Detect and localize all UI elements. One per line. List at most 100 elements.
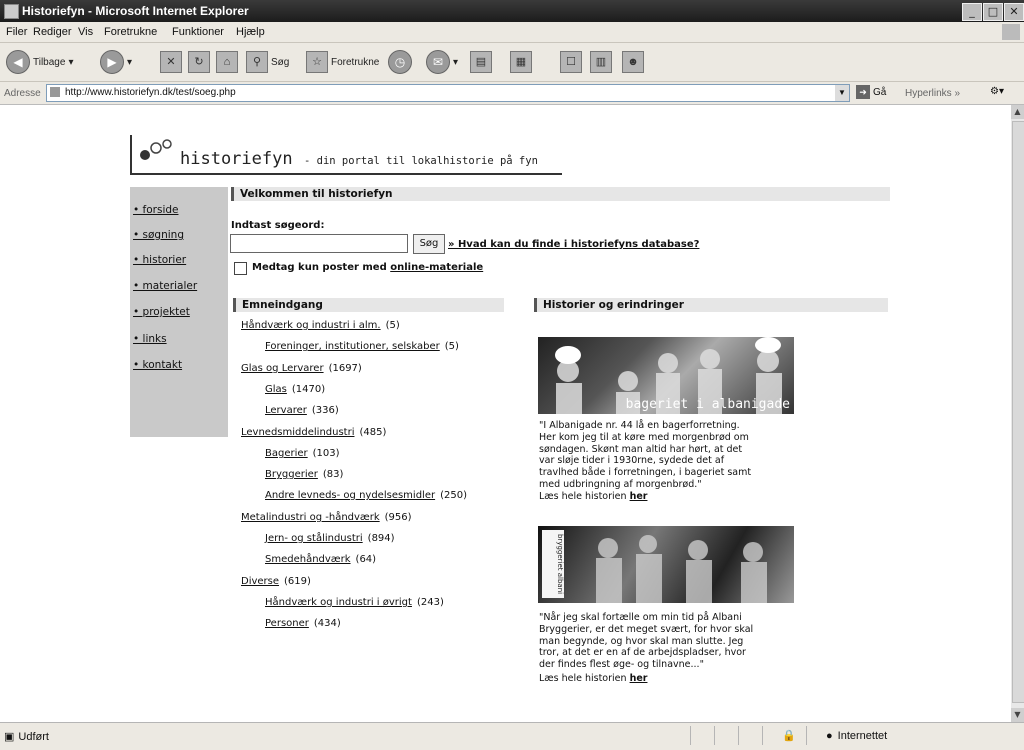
research-button[interactable]: ▥ (590, 49, 612, 75)
status-divider (714, 726, 715, 745)
messenger-button[interactable]: ☻ (622, 49, 644, 75)
links-label: Hyperlinks (905, 88, 952, 99)
close-button[interactable]: ✕ (1004, 3, 1024, 21)
nav-materialer[interactable]: • materialer (133, 280, 197, 292)
home-icon: ⌂ (216, 51, 238, 73)
category-count: (5) (444, 341, 459, 352)
zone-text: Internettet (837, 730, 888, 742)
address-input[interactable]: http://www.historiefyn.dk/test/soeg.php … (46, 84, 850, 102)
nav-soegning[interactable]: • søgning (133, 229, 184, 241)
story2-readmore-label: Læs hele historien (539, 673, 627, 684)
vertical-scrollbar[interactable]: ▲ ▼ (1011, 105, 1024, 722)
story2-photo[interactable]: bryggeriet albani (538, 526, 794, 603)
search-input[interactable] (230, 234, 408, 253)
tools-icon[interactable]: ⚙▾ (990, 86, 1004, 97)
internet-zone: ● Internettet (826, 730, 887, 742)
story1-line: var sløje tider i 1930rne, sydede det af (539, 455, 725, 467)
nav-links[interactable]: • links (133, 333, 167, 345)
category-link[interactable]: Glas og Lervarer (241, 363, 324, 374)
story1-line: travlhed både i forretningen, i bageriet… (539, 467, 752, 479)
mail-button[interactable]: ✉ ▾ (426, 49, 458, 75)
chevron-down-icon: ▾ (127, 56, 133, 68)
links-toolbar[interactable]: Hyperlinks » (905, 88, 960, 99)
edit-button[interactable]: ▦ (510, 49, 532, 75)
nav-projektet[interactable]: • projektet (133, 306, 190, 318)
category-item: Lervarer (336) (265, 405, 339, 416)
category-item: Diverse (619) (241, 576, 311, 587)
story1-photo[interactable]: bageriet i albanigade (538, 337, 794, 414)
category-count: (619) (284, 576, 311, 587)
menu-vis[interactable]: Vis (78, 26, 93, 38)
nav-forside[interactable]: • forside (133, 204, 178, 216)
favorites-button[interactable]: ☆ Foretrukne (306, 49, 379, 75)
site-logo-text[interactable]: historiefyn (180, 149, 293, 169)
online-materiale-link[interactable]: online-materiale (390, 262, 483, 273)
category-item: Glas og Lervarer (1697) (241, 363, 362, 374)
minimize-button[interactable]: _ (962, 3, 982, 21)
search-button[interactable]: ⚲ Søg (246, 49, 289, 75)
nav-kontakt[interactable]: • kontakt (133, 359, 182, 371)
status-done: ▣ Udført (4, 730, 49, 744)
status-bar: ▣ Udført 🔒 ● Internettet (0, 722, 1024, 750)
category-link[interactable]: Bryggerier (265, 469, 318, 480)
category-link[interactable]: Andre levneds- og nydelsesmidler (265, 490, 435, 501)
category-link[interactable]: Håndværk og industri i alm. (241, 320, 381, 331)
stop-icon: ✕ (160, 51, 182, 73)
discuss-button[interactable]: ☐ (560, 49, 582, 75)
site-tagline: - din portal til lokalhistorie på fyn (304, 155, 538, 167)
maximize-button[interactable]: □ (983, 3, 1003, 21)
print-icon: ▤ (470, 51, 492, 73)
window-titlebar[interactable]: Historiefyn - Microsoft Internet Explore… (0, 0, 1024, 22)
toolbar: ◀ Tilbage ▾ ▶ ▾ ✕ ↻ ⌂ ⚲ Søg ☆ Foretrukne… (0, 43, 1024, 82)
windows-logo-icon (1002, 24, 1020, 40)
category-link[interactable]: Levnedsmiddelindustri (241, 427, 354, 438)
print-button[interactable]: ▤ (470, 49, 492, 75)
category-link[interactable]: Jern- og stålindustri (265, 533, 363, 544)
story2-link[interactable]: her (630, 673, 648, 684)
scroll-down-icon[interactable]: ▼ (1011, 708, 1024, 722)
category-item: Foreninger, institutioner, selskaber (5) (265, 341, 459, 352)
category-link[interactable]: Lervarer (265, 405, 307, 416)
category-link[interactable]: Foreninger, institutioner, selskaber (265, 341, 440, 352)
search-label: Indtast søgeord: (231, 220, 325, 231)
scroll-up-icon[interactable]: ▲ (1011, 105, 1024, 119)
menu-filer[interactable]: Filer (6, 26, 27, 38)
search-submit-button[interactable]: Søg (413, 234, 445, 254)
category-link[interactable]: Personer (265, 618, 309, 629)
category-count: (894) (367, 533, 395, 544)
history-button[interactable]: ◷ (388, 49, 412, 75)
brewery-photo-image (596, 535, 767, 603)
stop-button[interactable]: ✕ (160, 49, 182, 75)
go-button[interactable]: ➜ Gå (856, 85, 886, 99)
home-button[interactable]: ⌂ (216, 49, 238, 75)
category-link[interactable]: Smedehåndværk (265, 554, 351, 565)
category-link[interactable]: Glas (265, 384, 287, 395)
refresh-icon: ↻ (188, 51, 210, 73)
refresh-button[interactable]: ↻ (188, 49, 210, 75)
menu-rediger[interactable]: Rediger (33, 26, 72, 38)
category-link[interactable]: Metalindustri og -håndværk (241, 512, 380, 523)
category-item: Bryggerier (83) (265, 469, 343, 480)
scroll-thumb[interactable] (1012, 121, 1024, 703)
menu-funktioner[interactable]: Funktioner (172, 26, 224, 38)
category-link[interactable]: Bagerier (265, 448, 308, 459)
address-bar: Adresse http://www.historiefyn.dk/test/s… (0, 82, 1024, 105)
category-link[interactable]: Håndværk og industri i øvrigt (265, 597, 412, 608)
database-help-link[interactable]: » Hvad kan du finde i historiefyns datab… (448, 239, 699, 250)
nav-historier[interactable]: • historier (133, 254, 186, 266)
online-only-checkbox[interactable] (234, 262, 247, 275)
star-icon: ☆ (306, 51, 328, 73)
menu-hjaelp[interactable]: Hjælp (236, 26, 265, 38)
go-arrow-icon: ➜ (856, 85, 870, 99)
story1-link[interactable]: her (630, 491, 648, 502)
chevron-down-icon[interactable]: ▼ (835, 85, 849, 101)
window-title: Historiefyn - Microsoft Internet Explore… (22, 4, 249, 18)
forward-button[interactable]: ▶ ▾ (100, 49, 132, 75)
category-link[interactable]: Diverse (241, 576, 279, 587)
menu-foretrukne[interactable]: Foretrukne (104, 26, 157, 38)
story1-line: "I Albanigade nr. 44 lå en bagerforretni… (539, 420, 740, 431)
historier-heading: Historier og erindringer (534, 298, 888, 312)
back-button[interactable]: ◀ Tilbage ▾ (6, 49, 73, 75)
category-count: (485) (359, 427, 387, 438)
story2-line: "Når jeg skal fortælle om min tid på Alb… (539, 612, 742, 623)
